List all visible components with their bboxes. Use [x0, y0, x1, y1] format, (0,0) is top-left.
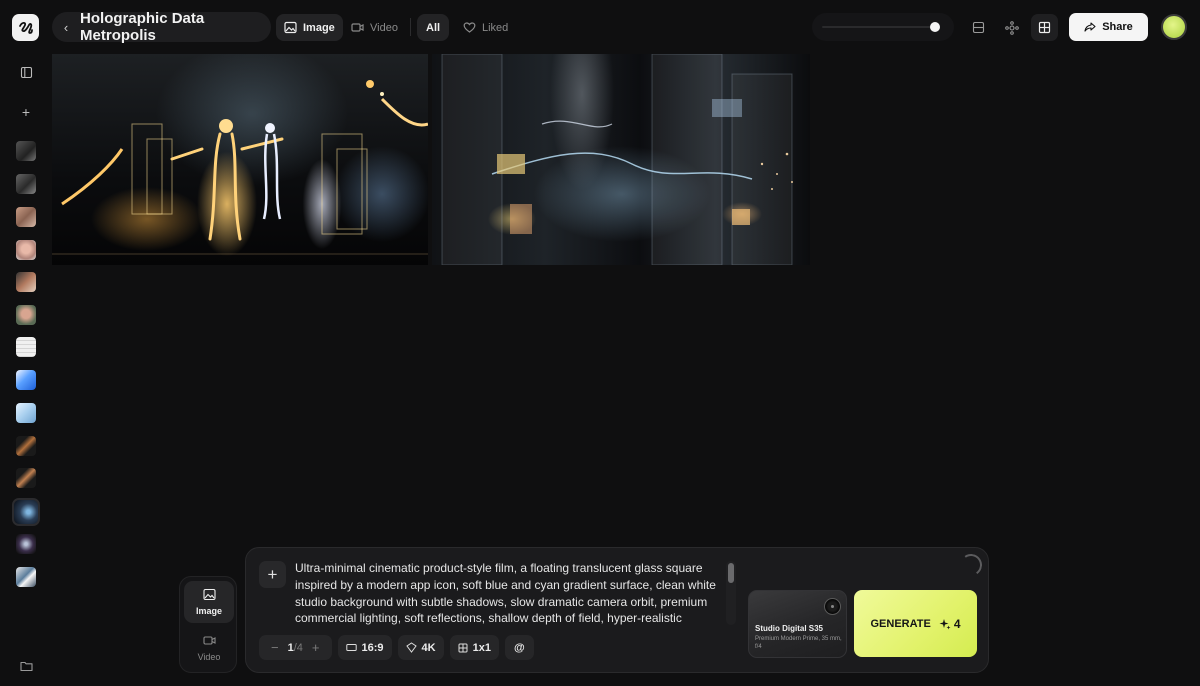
history-thumbnail-selected[interactable] — [12, 498, 40, 526]
heart-icon — [463, 22, 476, 33]
grid-size-button[interactable]: 1x1 — [449, 635, 499, 660]
video-icon — [351, 23, 364, 32]
holographic-figures-art — [52, 80, 428, 255]
history-thumbnail[interactable] — [16, 141, 36, 161]
panel-layout-button[interactable] — [965, 14, 992, 41]
filter-liked[interactable]: Liked — [455, 14, 516, 41]
mode-image-button[interactable]: Image — [184, 581, 234, 623]
generated-image-2[interactable] — [432, 54, 810, 265]
history-thumbnail[interactable] — [16, 370, 36, 390]
generate-cost: 4 — [939, 617, 961, 631]
model-selector[interactable]: Studio Digital S35 Premium Modern Prime,… — [748, 590, 847, 658]
camera-lens-icon — [824, 598, 841, 615]
prompt-options-row: − 1/4 + 16:9 4K 1x1 @ — [259, 635, 534, 660]
new-project-button[interactable]: + — [13, 99, 39, 125]
history-thumbnail[interactable] — [16, 337, 36, 357]
left-sidebar: + — [0, 54, 52, 686]
prompt-input[interactable]: Ultra-minimal cinematic product-style fi… — [295, 560, 727, 628]
mode-switcher: Image Video — [179, 576, 237, 673]
grid-icon — [458, 643, 468, 652]
toolbar-divider — [410, 18, 411, 36]
count-current: 1/4 — [287, 641, 303, 654]
generate-label: GENERATE — [870, 617, 931, 630]
history-thumbnail[interactable] — [16, 436, 36, 456]
folder-icon — [19, 661, 33, 672]
nodes-icon — [1004, 20, 1019, 35]
image-icon — [284, 21, 297, 34]
history-thumbnail[interactable] — [16, 305, 36, 325]
aspect-ratio-label: 16:9 — [361, 641, 384, 654]
mode-video-button[interactable]: Video — [184, 627, 234, 669]
aspect-ratio-icon — [345, 644, 357, 651]
mode-image-label: Image — [195, 606, 222, 616]
generate-cost-value: 4 — [953, 616, 961, 631]
add-reference-button[interactable]: + — [259, 561, 286, 588]
mode-video-label: Video — [197, 652, 221, 662]
plus-icon: + — [267, 564, 278, 584]
zoom-knob[interactable] — [930, 22, 940, 32]
loading-spinner-icon — [958, 552, 984, 578]
history-thumbnail[interactable] — [16, 272, 36, 292]
project-title-pill[interactable]: ‹ Holographic Data Metropolis — [52, 10, 271, 44]
share-icon — [1084, 22, 1096, 32]
aspect-ratio-button[interactable]: 16:9 — [337, 635, 392, 660]
filter-image-label: Image — [303, 21, 335, 34]
history-thumbnail[interactable] — [16, 567, 36, 587]
prompt-panel: + Ultra-minimal cinematic product-style … — [245, 547, 989, 673]
nodes-button[interactable] — [998, 14, 1025, 41]
filter-all-label: All — [426, 21, 441, 34]
filter-liked-label: Liked — [482, 21, 509, 34]
filter-all[interactable]: All — [417, 14, 450, 41]
user-avatar[interactable] — [1161, 14, 1187, 40]
sparkle-icon — [939, 618, 951, 629]
decrement-button[interactable]: − — [267, 640, 283, 655]
plus-icon: + — [21, 104, 31, 120]
history-thumbnail[interactable] — [16, 207, 36, 227]
zoom-slider[interactable] — [812, 13, 954, 41]
model-name: Studio Digital S35 — [755, 624, 824, 633]
sidebar-toggle-icon — [20, 66, 32, 78]
grid-size-label: 1x1 — [472, 641, 491, 654]
share-label: Share — [1102, 21, 1133, 33]
zoom-rail — [822, 26, 938, 28]
model-description: Premium Modern Prime, 35 mm, f/4 — [755, 636, 842, 650]
chevron-left-icon[interactable]: ‹ — [52, 20, 80, 35]
toggle-sidebar-button[interactable] — [13, 59, 39, 85]
mention-button[interactable]: @ — [504, 635, 534, 660]
video-icon — [202, 636, 216, 645]
increment-button[interactable]: + — [308, 640, 324, 655]
filter-video-label: Video — [370, 21, 398, 34]
project-title: Holographic Data Metropolis — [80, 10, 205, 44]
history-thumbnail[interactable] — [16, 403, 36, 423]
prompt-scrollbar[interactable] — [726, 561, 736, 625]
city-skyline-art — [441, 54, 793, 265]
share-button[interactable]: Share — [1069, 13, 1148, 41]
history-thumbnail[interactable] — [16, 174, 36, 194]
resolution-button[interactable]: 4K — [397, 635, 444, 660]
folder-button[interactable] — [13, 653, 39, 679]
history-thumbnail[interactable] — [16, 468, 36, 488]
history-thumbnail[interactable] — [16, 240, 36, 260]
logo-icon — [18, 21, 33, 34]
grid-view-icon — [1038, 21, 1051, 34]
history-thumbnail[interactable] — [16, 534, 36, 554]
top-bar: ‹ Holographic Data Metropolis Image Vide… — [0, 0, 1200, 54]
panel-layout-icon — [972, 21, 985, 34]
grid-view-button[interactable] — [1031, 14, 1058, 41]
image-icon — [202, 588, 216, 601]
resolution-label: 4K — [421, 641, 436, 654]
app-logo[interactable] — [12, 14, 39, 41]
diamond-icon — [405, 642, 417, 653]
image-count-stepper[interactable]: − 1/4 + — [259, 635, 332, 660]
generate-button[interactable]: GENERATE 4 — [854, 590, 977, 657]
filter-image[interactable]: Image — [276, 14, 343, 41]
filter-video[interactable]: Video — [343, 14, 406, 41]
at-icon: @ — [513, 641, 525, 654]
scrollbar-thumb[interactable] — [728, 563, 734, 583]
generated-image-1[interactable] — [52, 54, 428, 265]
